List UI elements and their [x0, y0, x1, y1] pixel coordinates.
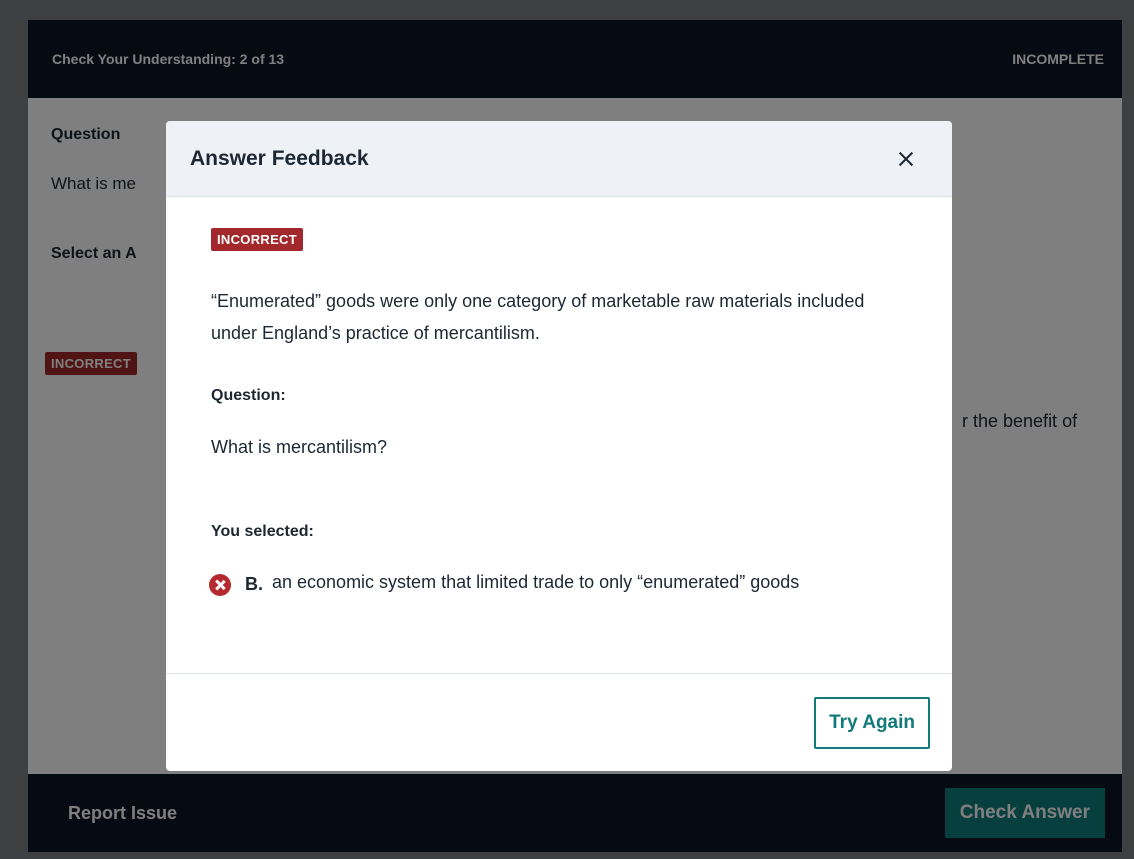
selected-option-text: an economic system that limited trade to… [272, 572, 800, 592]
modal-header: Answer Feedback [166, 121, 952, 197]
feedback-text: “Enumerated” goods were only one categor… [211, 291, 865, 343]
question-label: Question: [211, 387, 286, 404]
try-again-button[interactable]: Try Again [814, 696, 930, 749]
incorrect-badge: INCORRECT [211, 228, 303, 251]
answer-feedback-modal: Answer Feedback INCORRECT “Enumerated” g… [166, 121, 952, 771]
modal-footer: Try Again [166, 673, 952, 771]
question-text: What is mercantilism? [211, 437, 388, 457]
modal-body: INCORRECT “Enumerated” goods were only o… [166, 197, 952, 673]
you-selected-label: You selected: [211, 523, 314, 540]
close-icon[interactable] [896, 149, 916, 169]
modal-title: Answer Feedback [190, 146, 369, 170]
selected-answer: B. an economic system that limited trade… [209, 568, 892, 596]
selected-option-letter: B. [245, 574, 263, 594]
x-circle-icon [209, 574, 231, 596]
